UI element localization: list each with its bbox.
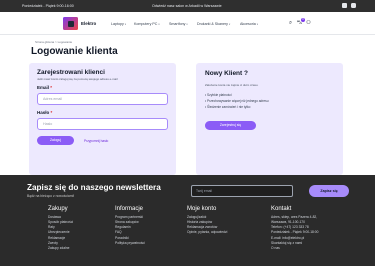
nav-item-smartphones[interactable]: Smartfony ▾ (169, 22, 188, 26)
forgot-password-link[interactable]: Przypomnij hasło (84, 139, 108, 143)
register-title: Nowy Klient ? (205, 70, 248, 77)
footer-link[interactable]: Program partnerski (115, 215, 145, 220)
email-label: Email * (37, 85, 53, 90)
newsletter-email-input[interactable]: Twój email (191, 185, 293, 197)
search-icon[interactable]: ⌕ (287, 20, 294, 27)
footer-column-title: Zakupy (48, 206, 68, 212)
benefit-item: • Szybkie płatności (205, 93, 232, 97)
about-link[interactable]: O nas (271, 246, 318, 251)
opening-hours: Poniedziałek - Piątek 9:00-16:00 (22, 4, 74, 8)
register-card: Nowy Klient ? Założenie konta nie zajmie… (196, 63, 343, 175)
chevron-down-icon: ▾ (124, 23, 127, 26)
contact-address: Adres, sklep, ares Pazera 4-82, (271, 214, 318, 219)
footer-link[interactable]: Polityka prywatności (115, 241, 145, 246)
newsletter-title: Zapisz się do naszego newslettera (27, 183, 161, 192)
nav-item-accessories[interactable]: Akcesoria ▾ (240, 22, 258, 26)
chevron-down-icon: ▾ (158, 23, 160, 26)
newsletter-subtitle: Bądź na bieżąco z nowościami! (27, 194, 75, 198)
footer: Zapisz się do naszego newslettera Bądź n… (0, 175, 375, 266)
register-subtitle: Założenie konta nie zajmie ci dużo czasu… (205, 83, 259, 87)
newsletter-subscribe-button[interactable]: Zapisz się (309, 185, 349, 197)
register-button[interactable]: Zarejestruj się (205, 121, 256, 130)
breadcrumb[interactable]: Strona główna > Logowanie (35, 40, 72, 44)
footer-column-title: Kontakt (271, 206, 292, 212)
chevron-down-icon: ▾ (186, 23, 188, 26)
login-card: Zarejestrowani klienci Jeśli masz konto … (29, 63, 176, 175)
login-button[interactable]: Zaloguj (37, 136, 74, 145)
logo-icon[interactable] (63, 17, 78, 30)
chevron-down-icon: ▾ (228, 23, 231, 26)
footer-column-title: Moje konto (187, 206, 217, 212)
footer-column-contact: Kontakt Adres, sklep, ares Pazera 4-82, … (271, 206, 318, 251)
footer-column-shopping: Zakupy Dostawa Sposób płatności Raty Ube… (48, 206, 73, 251)
benefit-item: • Śledzenie zamówień i nie tylko (205, 105, 251, 109)
logo-text[interactable]: Elektro (81, 21, 96, 26)
footer-link[interactable]: Zakupy zdalne (48, 246, 73, 251)
facebook-icon[interactable] (342, 3, 347, 8)
contact-hours: Poniedziałek - Piątek 9:00-18:00 (271, 230, 319, 235)
footer-column-title: Informacje (115, 206, 144, 212)
nav-item-laptops[interactable]: Laptopy ▾ (111, 22, 126, 26)
chevron-down-icon: ▾ (256, 23, 259, 26)
login-subtitle: Jeśli masz konto zaloguj się za pomocą s… (37, 77, 118, 81)
nav-item-printers[interactable]: Drukarki & Skanery ▾ (197, 22, 230, 26)
password-label: Hasło * (37, 110, 53, 115)
instagram-icon[interactable] (351, 3, 356, 8)
page-title: Logowanie klienta (31, 46, 118, 57)
footer-link[interactable]: Ubezpieczenie (48, 230, 73, 235)
nav-item-pcs[interactable]: Komputery PC ▾ (134, 22, 160, 26)
email-field[interactable]: Adres email (37, 93, 168, 105)
benefit-item: • Przechowywanie więcej niż jednego adre… (205, 99, 269, 103)
footer-link[interactable]: Opinie, pytania, odpowiedzi (187, 230, 227, 235)
footer-column-info: Informacje Program partnerski Strona zak… (115, 206, 145, 246)
login-title: Zarejestrowani klienci (37, 69, 105, 76)
top-bar: Poniedziałek - Piątek 9:00-16:00 Odwiedź… (0, 0, 375, 12)
account-icon[interactable]: ⚇ (305, 20, 312, 27)
password-field[interactable]: Hasło (37, 118, 168, 130)
promo-text: Odwiedź nasz salon w Arkadii w Warszawie (152, 4, 222, 8)
site-header: Elektro Laptopy ▾ Komputery PC ▾ Smartfo… (0, 12, 375, 35)
footer-column-account: Moje konto Zaloguj/załóż Historia zakupó… (187, 206, 227, 236)
